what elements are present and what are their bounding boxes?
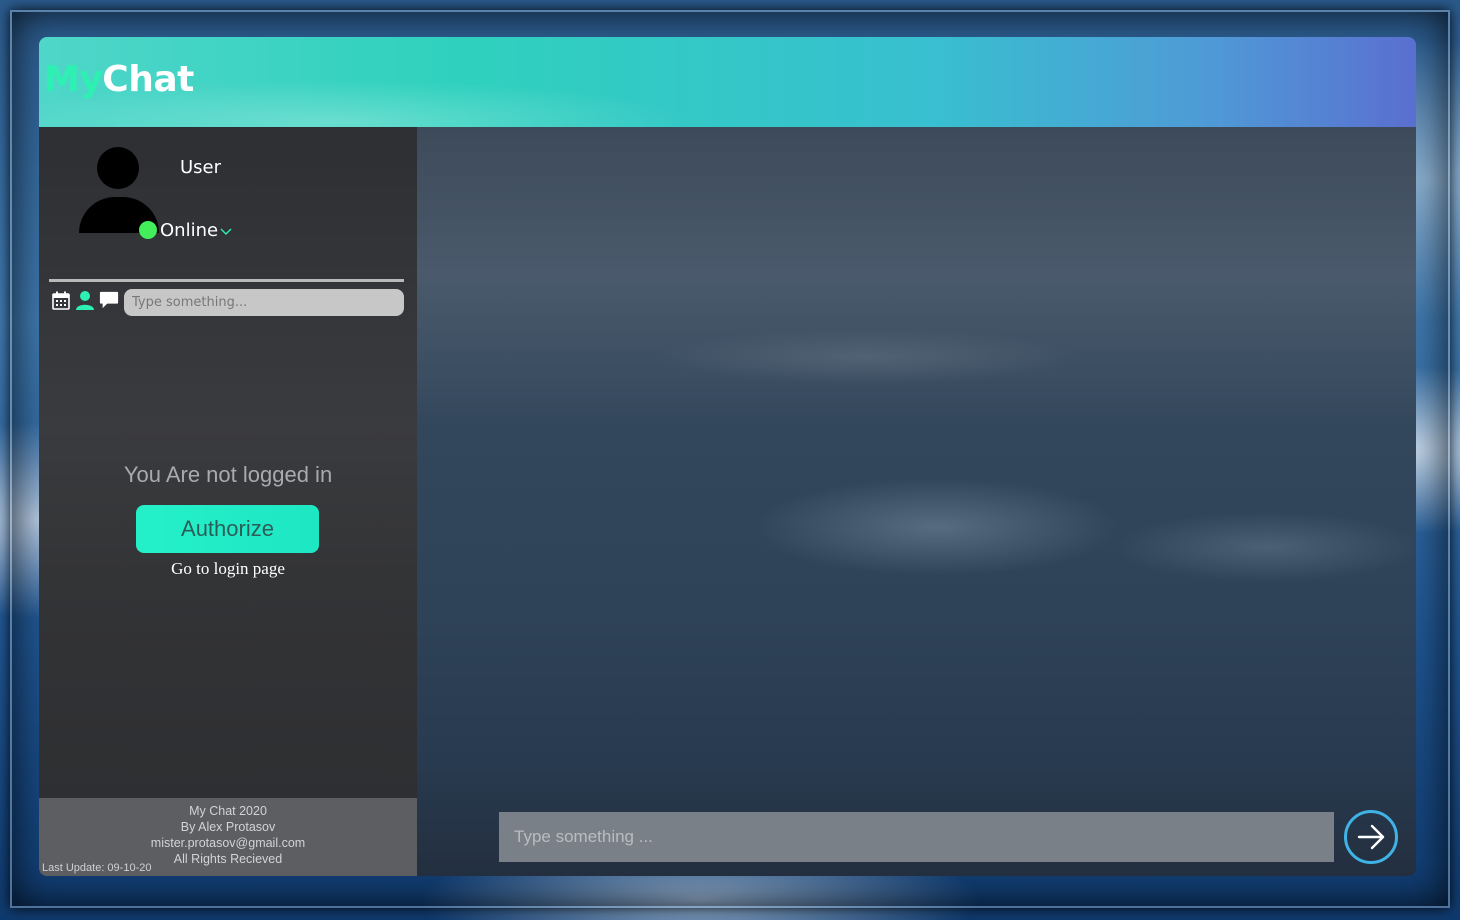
message-input[interactable] <box>499 812 1334 862</box>
last-update: Last Update: 09-10-20 <box>42 862 152 874</box>
logo-my: My <box>44 59 103 100</box>
avatar-head <box>97 147 139 189</box>
online-status-dot <box>139 221 157 239</box>
footer-line-2: By Alex Protasov <box>180 820 276 834</box>
calendar-icon[interactable] <box>51 290 71 310</box>
sidebar: User Online Type something... You Are no… <box>39 127 417 876</box>
header: MyChat <box>39 37 1416 127</box>
sidebar-footer: My Chat 2020 By Alex Protasov mister.pro… <box>39 798 417 876</box>
login-page-link[interactable]: Go to login page <box>39 559 417 579</box>
user-name: User <box>180 157 222 178</box>
chevron-down-icon <box>220 228 232 235</box>
footer-line-1: My Chat 2020 <box>189 804 267 818</box>
authorize-button[interactable]: Authorize <box>136 505 319 553</box>
status-label: Online <box>160 220 219 241</box>
not-logged-in-message: You Are not logged in <box>123 462 333 487</box>
chat-area <box>417 127 1416 876</box>
footer-email: mister.protasov@gmail.com <box>150 836 306 850</box>
sidebar-toolbar <box>51 290 119 310</box>
chat-bubble-icon[interactable] <box>99 290 119 310</box>
logo-chat: Chat <box>102 59 194 100</box>
contacts-icon[interactable] <box>75 290 95 310</box>
send-button[interactable] <box>1344 810 1398 864</box>
arrow-right-icon <box>1357 824 1385 850</box>
app-logo: MyChat <box>44 59 194 100</box>
chat-app: MyChat User Online Type something... You… <box>39 37 1416 876</box>
status-dropdown[interactable]: Online <box>160 220 232 241</box>
divider <box>49 279 404 282</box>
search-input[interactable] <box>124 289 404 316</box>
